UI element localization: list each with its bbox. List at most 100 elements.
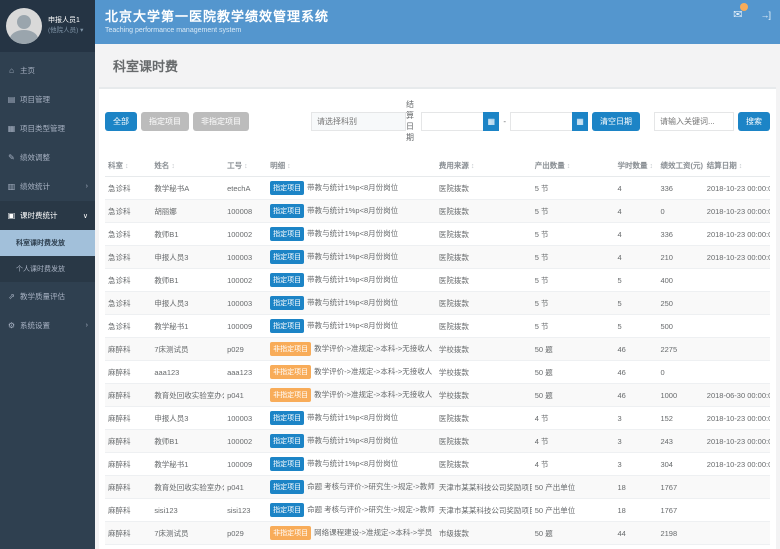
user-role-dropdown[interactable]: (他院人员) ▾ (48, 26, 83, 36)
sidebar: 申报人员1 (他院人员) ▾ ⌂主页▤项目管理▦项目类型管理✎绩效调整▥绩效统计… (0, 0, 95, 549)
sidebar-item-system-settings[interactable]: ⚙系统设置› (0, 311, 95, 340)
sort-icon[interactable]: ↕ (125, 163, 129, 170)
column-header[interactable]: 结算日期↕ (704, 155, 770, 177)
cell-hours: 46 (614, 338, 657, 361)
date-end-input[interactable] (510, 112, 572, 131)
cell-source: 医院拨款 (436, 292, 532, 315)
sidebar-item-project-type-management[interactable]: ▦项目类型管理 (0, 114, 95, 143)
clear-date-button[interactable]: 清空日期 (592, 112, 640, 131)
cell-detail: 指定项目命题 考核与评价->研究生->规定->教师 (267, 476, 436, 499)
cell-source: 医院拨款 (436, 177, 532, 200)
table-row[interactable]: 急诊科胡丽娜100008指定项目带教与统计1%p<8月份岗位医院拨款5 节402… (105, 200, 770, 223)
table-row[interactable]: 麻醉科7床测试员p029非指定项目教学评价->准规定->本科->无接收人学校拨款… (105, 338, 770, 361)
sort-icon[interactable]: ↕ (244, 163, 248, 170)
table-row[interactable]: 麻醉科教育处回收实验室办公室Ap041非指定项目教学评价->准规定->本科->无… (105, 384, 770, 407)
table-row[interactable]: 麻醉科申报人员3100003指定项目带教与统计1%p<8月份岗位医院拨款4 节3… (105, 407, 770, 430)
table-row[interactable]: 麻醉科aaa123aaa123非指定项目网络课程建设->准规定->本科->学员市… (105, 545, 770, 549)
table-row[interactable]: 麻醉科教师B1100002指定项目带教与统计1%p<8月份岗位医院拨款4 节32… (105, 430, 770, 453)
filter-unassigned-button[interactable]: 非指定项目 (193, 112, 249, 131)
search-button[interactable]: 搜索 (738, 112, 770, 131)
column-header[interactable]: 学时数量↕ (614, 155, 657, 177)
sort-icon[interactable]: ↕ (649, 163, 653, 170)
cell-source: 学校拨款 (436, 361, 532, 384)
cell-date: 2018-09-10 00:00:00 (704, 545, 770, 549)
cell-detail: 指定项目带教与统计1%p<8月份岗位 (267, 292, 436, 315)
sidebar-item-label: 课时费统计 (20, 210, 58, 221)
sort-icon[interactable]: ↕ (471, 163, 475, 170)
table-row[interactable]: 麻醉科aaa123aaa123非指定项目教学评价->准规定->本科->无接收人学… (105, 361, 770, 384)
column-header[interactable]: 科室↕ (105, 155, 151, 177)
table-row[interactable]: 急诊科申报人员3100003指定项目带教与统计1%p<8月份岗位医院拨款5 节4… (105, 246, 770, 269)
calendar-icon[interactable]: ▦ (483, 112, 499, 131)
page-title: 科室课时费 (95, 44, 780, 87)
table-row[interactable]: 急诊科申报人员3100003指定项目带教与统计1%p<8月份岗位医院拨款5 节5… (105, 292, 770, 315)
project-type-badge: 非指定项目 (270, 365, 311, 379)
cell-name: aaa123 (151, 361, 224, 384)
cell-work-id: sisi123 (224, 499, 267, 522)
project-type-badge: 指定项目 (270, 227, 304, 241)
cell-hours: 5 (614, 315, 657, 338)
cell-source: 医院拨款 (436, 269, 532, 292)
table-row[interactable]: 麻醉科7床测试员p029非指定项目网络课程建设->准规定->本科->学员市级拨款… (105, 522, 770, 545)
cell-pay: 250 (657, 292, 703, 315)
filter-all-button[interactable]: 全部 (105, 112, 137, 131)
table-row[interactable]: 麻醉科教学秘书1100009指定项目带教与统计1%p<8月份岗位医院拨款4 节3… (105, 453, 770, 476)
date-start-input[interactable] (421, 112, 483, 131)
cell-hours: 3 (614, 407, 657, 430)
sort-icon[interactable]: ↕ (567, 163, 571, 170)
sidebar-item-home[interactable]: ⌂主页 (0, 56, 95, 85)
cell-detail: 非指定项目教学评价->准规定->本科->无接收人 (267, 384, 436, 407)
table-row[interactable]: 麻醉科sisi123sisi123指定项目命题 考核与评价->研究生->规定->… (105, 499, 770, 522)
cell-name: 教育处回收实验室办公室A (151, 384, 224, 407)
table-row[interactable]: 麻醉科教育处回收实验室办公室Ap041指定项目命题 考核与评价->研究生->规定… (105, 476, 770, 499)
message-icon[interactable]: ✉ (733, 8, 742, 21)
sidebar-item-performance-statistics[interactable]: ▥绩效统计› (0, 172, 95, 201)
table-body: 急诊科教学秘书AetechA指定项目带教与统计1%p<8月份岗位医院拨款5 节4… (105, 177, 770, 549)
logout-icon[interactable]: →] (760, 10, 770, 20)
sidebar-subitem-dept-class-fee[interactable]: 科室课时费发放 (0, 230, 95, 256)
cell-hours: 4 (614, 200, 657, 223)
sidebar-item-project-management[interactable]: ▤项目管理 (0, 85, 95, 114)
sort-icon[interactable]: ↕ (739, 163, 743, 170)
cell-output: 50 产出单位 (532, 499, 615, 522)
column-header[interactable]: 产出数量↕ (532, 155, 615, 177)
cell-source: 市级拨款 (436, 545, 532, 549)
cell-output: 4 节 (532, 430, 615, 453)
cell-output: 50 题 (532, 338, 615, 361)
department-select-input[interactable] (311, 112, 406, 131)
calendar-icon[interactable]: ▦ (572, 112, 588, 131)
cell-output: 4 节 (532, 453, 615, 476)
cell-name: sisi123 (151, 499, 224, 522)
sidebar-item-class-fee-statistics[interactable]: ▣课时费统计∨ (0, 201, 95, 230)
cell-dept: 急诊科 (105, 246, 151, 269)
cell-work-id: aaa123 (224, 361, 267, 384)
sidebar-subitem-personal-class-fee[interactable]: 个人课时费发放 (0, 256, 95, 282)
filter-assigned-button[interactable]: 指定项目 (141, 112, 189, 131)
sidebar-item-teaching-quality-evaluation[interactable]: ⇗教学质量评估 (0, 282, 95, 311)
project-type-badge: 指定项目 (270, 204, 304, 218)
cell-output: 50 题 (532, 545, 615, 549)
table-row[interactable]: 急诊科教师B1100002指定项目带教与统计1%p<8月份岗位医院拨款5 节54… (105, 269, 770, 292)
date-separator: - (503, 117, 506, 126)
toolbar: 全部 指定项目 非指定项目 结算日期 ▦ - ▦ 清空日期 (105, 99, 770, 143)
cell-date (704, 499, 770, 522)
table-row[interactable]: 急诊科教师B1100002指定项目带教与统计1%p<8月份岗位医院拨款5 节43… (105, 223, 770, 246)
column-header[interactable]: 费用来源↕ (436, 155, 532, 177)
sort-icon[interactable]: ↕ (287, 163, 291, 170)
sort-icon[interactable]: ↕ (171, 163, 175, 170)
cell-date: 2018-10-23 00:00:00 (704, 177, 770, 200)
cell-work-id: etechA (224, 177, 267, 200)
column-header[interactable]: 绩效工资(元)↕ (657, 155, 703, 177)
cell-output: 5 节 (532, 200, 615, 223)
sidebar-item-label: 项目类型管理 (20, 123, 65, 134)
column-header[interactable]: 姓名↕ (151, 155, 224, 177)
avatar-body-shape (10, 30, 38, 44)
column-header[interactable]: 明细↕ (267, 155, 436, 177)
table-row[interactable]: 急诊科教学秘书AetechA指定项目带教与统计1%p<8月份岗位医院拨款5 节4… (105, 177, 770, 200)
column-header[interactable]: 工号↕ (224, 155, 267, 177)
search-input[interactable] (654, 112, 734, 131)
sidebar-item-performance-adjustment[interactable]: ✎绩效调整 (0, 143, 95, 172)
user-card[interactable]: 申报人员1 (他院人员) ▾ (0, 0, 95, 52)
cell-source: 天津市某某科技公司奖励项目 (436, 499, 532, 522)
table-row[interactable]: 急诊科教学秘书1100009指定项目带教与统计1%p<8月份岗位医院拨款5 节5… (105, 315, 770, 338)
